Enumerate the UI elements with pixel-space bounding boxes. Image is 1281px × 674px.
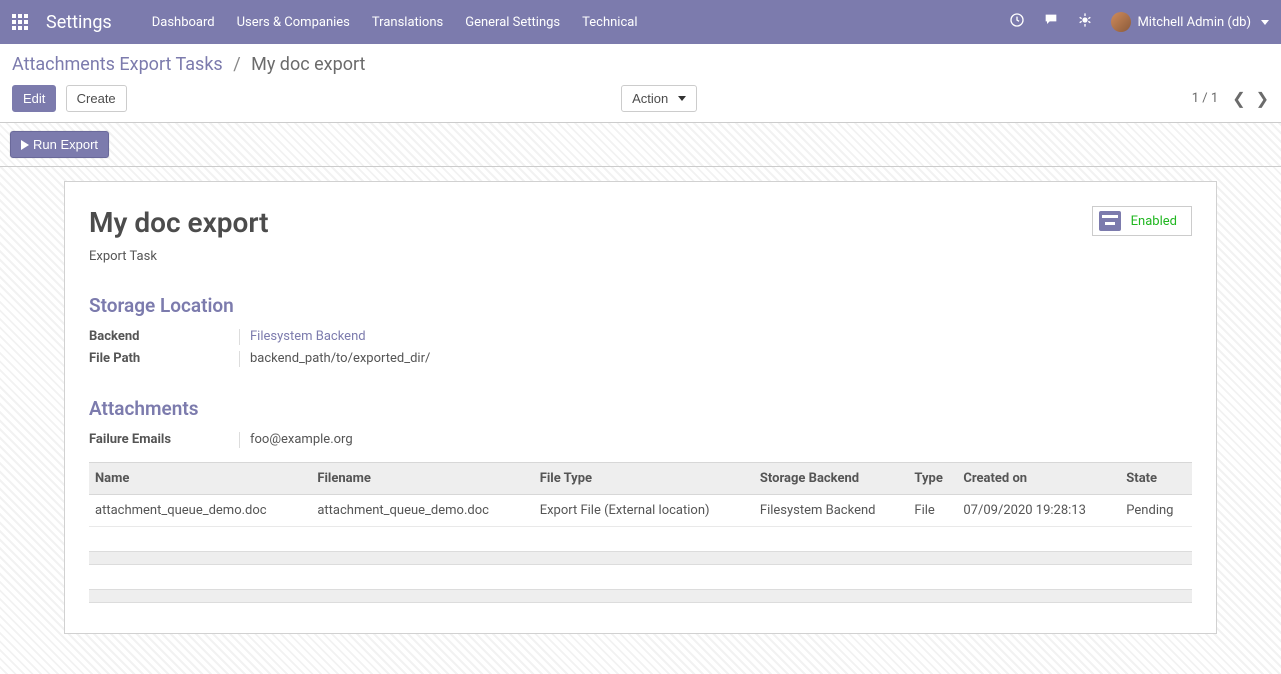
cell-filename: attachment_queue_demo.doc — [311, 495, 533, 527]
field-label-backend: Backend — [89, 329, 239, 344]
pager-prev[interactable]: ❮ — [1232, 89, 1245, 108]
col-backend[interactable]: Storage Backend — [754, 463, 909, 495]
status-badge[interactable]: Enabled — [1092, 206, 1192, 236]
create-button[interactable]: Create — [66, 85, 127, 112]
breadcrumb-sep: / — [233, 54, 240, 75]
col-filetype[interactable]: File Type — [534, 463, 754, 495]
field-filepath: File Path backend_path/to/exported_dir/ — [89, 351, 1192, 367]
cp-right: 1 / 1 ❮ ❯ — [1192, 89, 1269, 108]
nav-item-general-settings[interactable]: General Settings — [465, 15, 560, 30]
field-backend: Backend Filesystem Backend — [89, 329, 1192, 345]
table-row[interactable]: attachment_queue_demo.doc attachment_que… — [89, 495, 1192, 527]
table-footer-bar — [89, 551, 1192, 565]
section-attachments-title: Attachments — [89, 397, 1192, 420]
attachments-table: Name Filename File Type Storage Backend … — [89, 462, 1192, 527]
page-title: My doc export — [89, 206, 269, 239]
nav-item-users[interactable]: Users & Companies — [237, 15, 350, 30]
field-value-filepath: backend_path/to/exported_dir/ — [250, 351, 430, 366]
nav-item-translations[interactable]: Translations — [372, 15, 443, 30]
status-bar: Run Export — [0, 123, 1281, 167]
pager-text[interactable]: 1 / 1 — [1192, 91, 1218, 106]
nav-menu: Dashboard Users & Companies Translations… — [152, 15, 638, 30]
form-background: My doc export Export Task Enabled Storag… — [0, 167, 1281, 674]
field-label-failure: Failure Emails — [89, 432, 239, 447]
run-export-button[interactable]: Run Export — [10, 131, 109, 158]
col-state[interactable]: State — [1120, 463, 1192, 495]
run-export-label: Run Export — [33, 137, 98, 152]
cell-type: File — [908, 495, 957, 527]
top-nav: Settings Dashboard Users & Companies Tra… — [0, 0, 1281, 44]
play-icon — [21, 140, 29, 150]
archive-icon — [1099, 211, 1121, 231]
field-value-failure: foo@example.org — [250, 432, 353, 447]
avatar — [1111, 12, 1131, 32]
col-filename[interactable]: Filename — [311, 463, 533, 495]
control-panel: Attachments Export Tasks / My doc export… — [0, 44, 1281, 123]
cell-name: attachment_queue_demo.doc — [89, 495, 311, 527]
chevron-down-icon — [678, 96, 686, 101]
breadcrumb: Attachments Export Tasks / My doc export — [12, 54, 1269, 75]
debug-icon[interactable] — [1077, 12, 1093, 32]
cp-left: Edit Create — [12, 85, 127, 112]
col-type[interactable]: Type — [908, 463, 957, 495]
col-name[interactable]: Name — [89, 463, 311, 495]
nav-right: Mitchell Admin (db) — [1009, 12, 1269, 32]
page-subtitle: Export Task — [89, 249, 269, 264]
footer-bars — [89, 551, 1192, 603]
action-dropdown[interactable]: Action — [621, 85, 697, 112]
app-brand[interactable]: Settings — [46, 12, 112, 33]
section-storage-title: Storage Location — [89, 294, 1192, 317]
nav-item-dashboard[interactable]: Dashboard — [152, 15, 215, 30]
field-failure-emails: Failure Emails foo@example.org — [89, 432, 1192, 448]
apps-icon[interactable] — [12, 14, 28, 30]
pager-next[interactable]: ❯ — [1256, 89, 1269, 108]
form-sheet: My doc export Export Task Enabled Storag… — [64, 181, 1217, 634]
status-label: Enabled — [1131, 214, 1177, 229]
nav-item-technical[interactable]: Technical — [582, 15, 637, 30]
field-value-backend[interactable]: Filesystem Backend — [250, 329, 366, 344]
chevron-down-icon — [1261, 20, 1269, 25]
table-footer-bar — [89, 589, 1192, 603]
user-menu[interactable]: Mitchell Admin (db) — [1111, 12, 1269, 32]
action-label: Action — [632, 91, 668, 106]
user-name: Mitchell Admin (db) — [1137, 15, 1251, 30]
breadcrumb-current: My doc export — [251, 54, 365, 75]
col-created[interactable]: Created on — [957, 463, 1120, 495]
cp-middle: Action — [127, 85, 1192, 112]
field-label-filepath: File Path — [89, 351, 239, 366]
breadcrumb-parent[interactable]: Attachments Export Tasks — [12, 54, 223, 75]
cell-state: Pending — [1120, 495, 1192, 527]
cell-filetype: Export File (External location) — [534, 495, 754, 527]
edit-button[interactable]: Edit — [12, 85, 56, 112]
cell-backend: Filesystem Backend — [754, 495, 909, 527]
messages-icon[interactable] — [1043, 12, 1059, 32]
cell-created: 07/09/2020 19:28:13 — [957, 495, 1120, 527]
activities-icon[interactable] — [1009, 12, 1025, 32]
